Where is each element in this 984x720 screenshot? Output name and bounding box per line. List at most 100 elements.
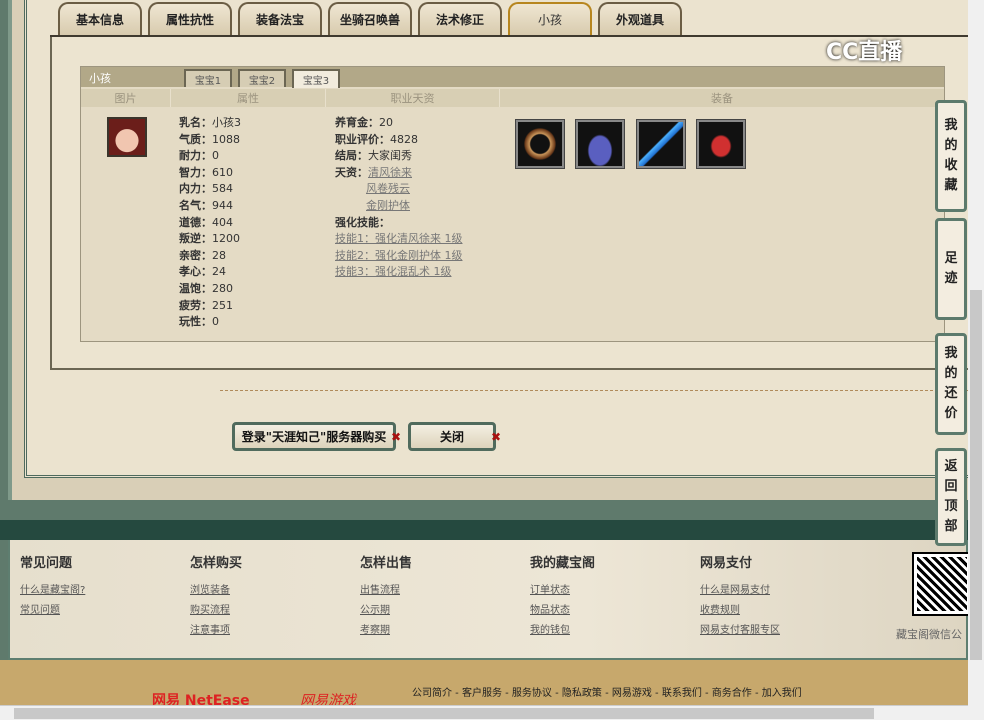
my-offers-button[interactable]: 我的还价 [935, 333, 967, 435]
label: 天资： [335, 166, 368, 179]
footer-column: 我的藏宝阁订单状态物品状态我的钱包 [530, 552, 595, 641]
login-buy-button[interactable]: 登录"天涯知己"服务器购买✖ [232, 422, 396, 451]
equip-necklace-icon[interactable] [516, 120, 564, 168]
attr-value: 24 [212, 265, 226, 278]
attr-label: 温饱： [179, 282, 212, 295]
ending-value: 大家闺秀 [368, 149, 412, 162]
column-headers: 图片 属性 职业天资 装备 [81, 89, 944, 107]
favorites-button[interactable]: 我的收藏 [935, 100, 967, 212]
attr-value: 610 [212, 166, 233, 179]
tab-child[interactable]: 小孩 [508, 2, 592, 35]
footer-column: 怎样购买浏览装备购买流程注意事项 [190, 552, 242, 641]
tab-bar: 基本信息 属性抗性 装备法宝 坐骑召唤兽 法术修正 小孩 外观道具 [58, 2, 682, 35]
attr-label: 耐力： [179, 149, 212, 162]
tab-mounts-pets[interactable]: 坐骑召唤兽 [328, 2, 412, 35]
close-mark-icon: ✖ [391, 430, 401, 444]
tab-equipment[interactable]: 装备法宝 [238, 2, 322, 35]
button-label: 关闭 [440, 428, 464, 445]
qr-code [914, 554, 970, 614]
attr-value: 584 [212, 182, 233, 195]
skill-link[interactable]: 技能2：强化金刚护体 1级 [335, 249, 463, 262]
company-links[interactable]: 公司简介 - 客户服务 - 服务协议 - 隐私政策 - 网易游戏 - 联系我们 … [412, 684, 802, 699]
subtab-baby1[interactable]: 宝宝1 [184, 69, 232, 87]
scroll-thumb[interactable] [970, 290, 982, 660]
footer: 藏宝阁微信公 常见问题什么是藏宝阁?常见问题怎样购买浏览装备购买流程注意事项怎样… [8, 540, 968, 660]
attribute-row: 温饱：280 [179, 281, 241, 298]
footer-link[interactable]: 什么是藏宝阁? [20, 581, 85, 601]
footer-bar [0, 520, 968, 540]
footer-link[interactable]: 收费规则 [700, 601, 780, 621]
child-avatar [107, 117, 147, 157]
vertical-scrollbar[interactable] [968, 0, 984, 720]
attr-value: 0 [212, 315, 219, 328]
attribute-row: 孝心：24 [179, 264, 241, 281]
tab-attributes[interactable]: 属性抗性 [148, 2, 232, 35]
footer-link[interactable]: 购买流程 [190, 601, 242, 621]
footer-link[interactable]: 我的钱包 [530, 621, 595, 641]
qr-label: 藏宝阁微信公 [896, 626, 962, 642]
footer-link[interactable]: 出售流程 [360, 581, 412, 601]
talent-section: 养育金：20 职业评价：4828 结局：大家闺秀 天资：清风徐来 风卷残云 金刚… [335, 115, 463, 281]
equip-sword-icon[interactable] [637, 120, 685, 168]
attr-label: 道德： [179, 216, 212, 229]
footer-link[interactable]: 什么是网易支付 [700, 581, 780, 601]
subtab-baby3[interactable]: 宝宝3 [292, 69, 340, 88]
child-panel: 小孩 宝宝1 宝宝2 宝宝3 图片 属性 职业天资 装备 乳名：小孩3气质：10… [80, 66, 945, 342]
scroll-thumb[interactable] [14, 708, 874, 719]
attr-label: 玩性： [179, 315, 212, 328]
attribute-row: 叛逆：1200 [179, 231, 241, 248]
attribute-list: 乳名：小孩3气质：1088耐力：0智力：610内力：584名气：944道德：40… [179, 115, 241, 331]
footer-link[interactable]: 订单状态 [530, 581, 595, 601]
watermark-logo: CC直播 [826, 34, 902, 66]
col-image: 图片 [81, 89, 171, 107]
tab-basic[interactable]: 基本信息 [58, 2, 142, 35]
attr-value: 404 [212, 216, 233, 229]
history-button[interactable]: 足迹 [935, 218, 967, 320]
attr-label: 内力： [179, 182, 212, 195]
attribute-row: 乳名：小孩3 [179, 115, 241, 132]
child-title: 小孩 [89, 70, 111, 86]
close-mark-icon: ✖ [491, 430, 501, 444]
attr-label: 气质： [179, 133, 212, 146]
col-attributes: 属性 [171, 89, 326, 107]
attribute-row: 耐力：0 [179, 148, 241, 165]
attr-value: 1088 [212, 133, 240, 146]
footer-link[interactable]: 公示期 [360, 601, 412, 621]
horizontal-scrollbar[interactable] [0, 705, 968, 720]
skill-link[interactable]: 技能1：强化清风徐来 1级 [335, 232, 463, 245]
footer-link[interactable]: 浏览装备 [190, 581, 242, 601]
footer-heading: 怎样购买 [190, 552, 242, 571]
label: 养育金： [335, 116, 379, 129]
close-button[interactable]: 关闭✖ [408, 422, 496, 451]
attribute-row: 智力：610 [179, 165, 241, 182]
footer-heading: 我的藏宝阁 [530, 552, 595, 571]
attr-value: 251 [212, 299, 233, 312]
attr-value: 小孩3 [212, 116, 241, 129]
attr-label: 亲密： [179, 249, 212, 262]
footer-link[interactable]: 常见问题 [20, 601, 85, 621]
talent-link[interactable]: 金刚护体 [366, 199, 410, 212]
footer-link[interactable]: 注意事项 [190, 621, 242, 641]
attr-label: 孝心： [179, 265, 212, 278]
talent-link[interactable]: 清风徐来 [368, 166, 412, 179]
tab-spells[interactable]: 法术修正 [418, 2, 502, 35]
back-to-top-button[interactable]: 返回顶部 [935, 448, 967, 546]
footer-link[interactable]: 考察期 [360, 621, 412, 641]
talent-link[interactable]: 风卷残云 [366, 182, 410, 195]
attribute-row: 玩性：0 [179, 314, 241, 331]
skill-link[interactable]: 技能3：强化混乱术 1级 [335, 265, 452, 278]
tab-appearance[interactable]: 外观道具 [598, 2, 682, 35]
footer-column: 网易支付什么是网易支付收费规则网易支付客服专区 [700, 552, 780, 641]
equip-shoes-icon[interactable] [697, 120, 745, 168]
footer-column: 常见问题什么是藏宝阁?常见问题 [20, 552, 85, 621]
attr-label: 疲劳： [179, 299, 212, 312]
footer-heading: 怎样出售 [360, 552, 412, 571]
attribute-row: 道德：404 [179, 215, 241, 232]
subtab-baby2[interactable]: 宝宝2 [238, 69, 286, 87]
footer-heading: 常见问题 [20, 552, 85, 571]
footer-link[interactable]: 物品状态 [530, 601, 595, 621]
footer-link[interactable]: 网易支付客服专区 [700, 621, 780, 641]
attr-label: 智力： [179, 166, 212, 179]
equip-robe-icon[interactable] [576, 120, 624, 168]
label: 职业评价： [335, 133, 390, 146]
